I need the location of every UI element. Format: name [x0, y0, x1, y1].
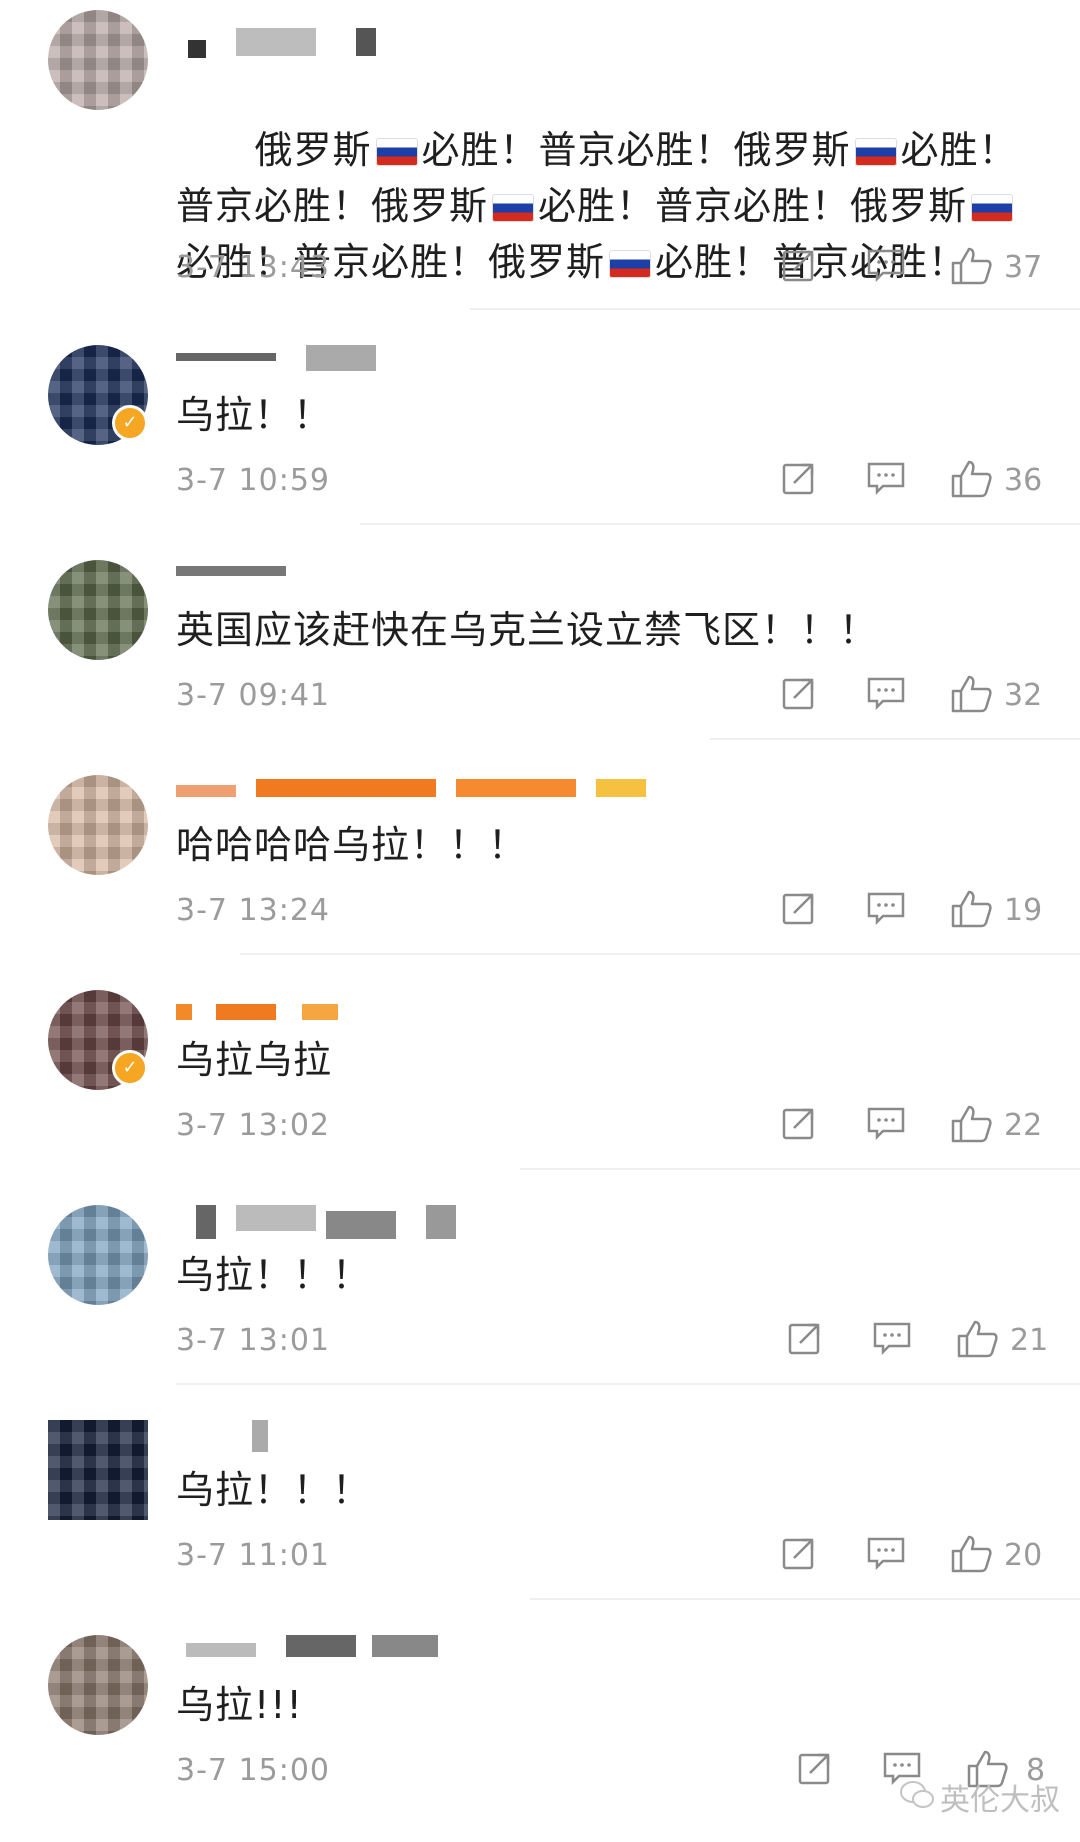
share-icon[interactable]	[780, 674, 818, 712]
like-count: 37	[1004, 250, 1043, 285]
thumbs-up-icon[interactable]	[950, 1534, 994, 1574]
avatar[interactable]	[48, 560, 148, 660]
divider	[360, 523, 1080, 525]
share-icon[interactable]	[780, 459, 818, 497]
share-icon[interactable]	[780, 889, 818, 927]
thumbs-up-icon[interactable]	[950, 889, 994, 929]
comment-text: 俄罗斯 必胜！普京必胜！俄罗斯 必胜！普京必胜！俄罗斯 必胜！普京必胜！俄罗斯必胜！普…	[176, 128, 1018, 284]
divider	[176, 1383, 1080, 1385]
comment-icon[interactable]	[866, 1534, 906, 1572]
like-count: 20	[1004, 1538, 1043, 1573]
divider	[240, 953, 1080, 955]
comment-timestamp: 3-7 10:59	[176, 463, 330, 498]
like-count: 36	[1004, 463, 1043, 498]
russia-flag-icon	[854, 138, 897, 166]
comment-text: 乌拉！！	[176, 393, 333, 437]
share-icon[interactable]	[780, 1534, 818, 1572]
comment-text: 乌拉！！！	[176, 1253, 372, 1297]
share-icon[interactable]	[786, 1319, 824, 1357]
comment-text: 乌拉！！！	[176, 1468, 372, 1512]
verified-badge-icon: ✓	[112, 405, 148, 441]
avatar[interactable]	[48, 1420, 148, 1520]
comment-text: 哈哈哈哈乌拉！！！	[176, 823, 528, 867]
thumbs-up-icon[interactable]	[956, 1319, 1000, 1359]
thumbs-up-icon[interactable]	[950, 1104, 994, 1144]
watermark-text: 英伦大叔	[940, 1783, 1060, 1818]
comment-timestamp: 3-7 13:43	[176, 250, 330, 285]
avatar[interactable]	[48, 10, 148, 110]
comment-icon[interactable]	[872, 1319, 912, 1357]
share-icon[interactable]	[796, 1749, 834, 1787]
comment-text: 乌拉!!!	[176, 1683, 303, 1727]
share-icon[interactable]	[780, 246, 818, 284]
like-count: 22	[1004, 1108, 1043, 1143]
comment-timestamp: 3-7 13:02	[176, 1108, 330, 1143]
verified-badge-icon: ✓	[112, 1050, 148, 1086]
divider	[470, 308, 1080, 310]
russia-flag-icon	[971, 194, 1014, 222]
comment-timestamp: 3-7 11:01	[176, 1538, 330, 1573]
avatar[interactable]	[48, 775, 148, 875]
comment-text: 英国应该赶快在乌克兰设立禁飞区！！！	[176, 608, 879, 652]
comment-icon[interactable]	[866, 246, 906, 284]
like-count: 32	[1004, 678, 1043, 713]
comment-timestamp: 3-7 13:24	[176, 893, 330, 928]
like-count: 19	[1004, 893, 1043, 928]
thumbs-up-icon[interactable]	[950, 459, 994, 499]
divider	[710, 738, 1080, 740]
comment-icon[interactable]	[866, 459, 906, 497]
russia-flag-icon	[375, 138, 418, 166]
comment-icon[interactable]	[866, 1104, 906, 1142]
comment-timestamp: 3-7 15:00	[176, 1753, 330, 1788]
comment-icon[interactable]	[866, 889, 906, 927]
share-icon[interactable]	[780, 1104, 818, 1142]
divider	[530, 1598, 1080, 1600]
divider	[520, 1168, 1080, 1170]
russia-flag-icon	[492, 194, 535, 222]
comment-icon[interactable]	[866, 674, 906, 712]
thumbs-up-icon[interactable]	[950, 246, 994, 286]
avatar[interactable]	[48, 1205, 148, 1305]
russia-flag-icon	[609, 250, 652, 278]
thumbs-up-icon[interactable]	[950, 674, 994, 714]
comment-list: 俄罗斯 必胜！普京必胜！俄罗斯 必胜！普京必胜！俄罗斯 必胜！普京必胜！俄罗斯必胜！普…	[0, 0, 1080, 1842]
comment-timestamp: 3-7 13:01	[176, 1323, 330, 1358]
avatar[interactable]	[48, 1635, 148, 1735]
wechat-logo-icon	[900, 1780, 934, 1814]
comment-text: 乌拉乌拉	[176, 1038, 333, 1082]
comment-timestamp: 3-7 09:41	[176, 678, 330, 713]
like-count: 21	[1010, 1323, 1049, 1358]
